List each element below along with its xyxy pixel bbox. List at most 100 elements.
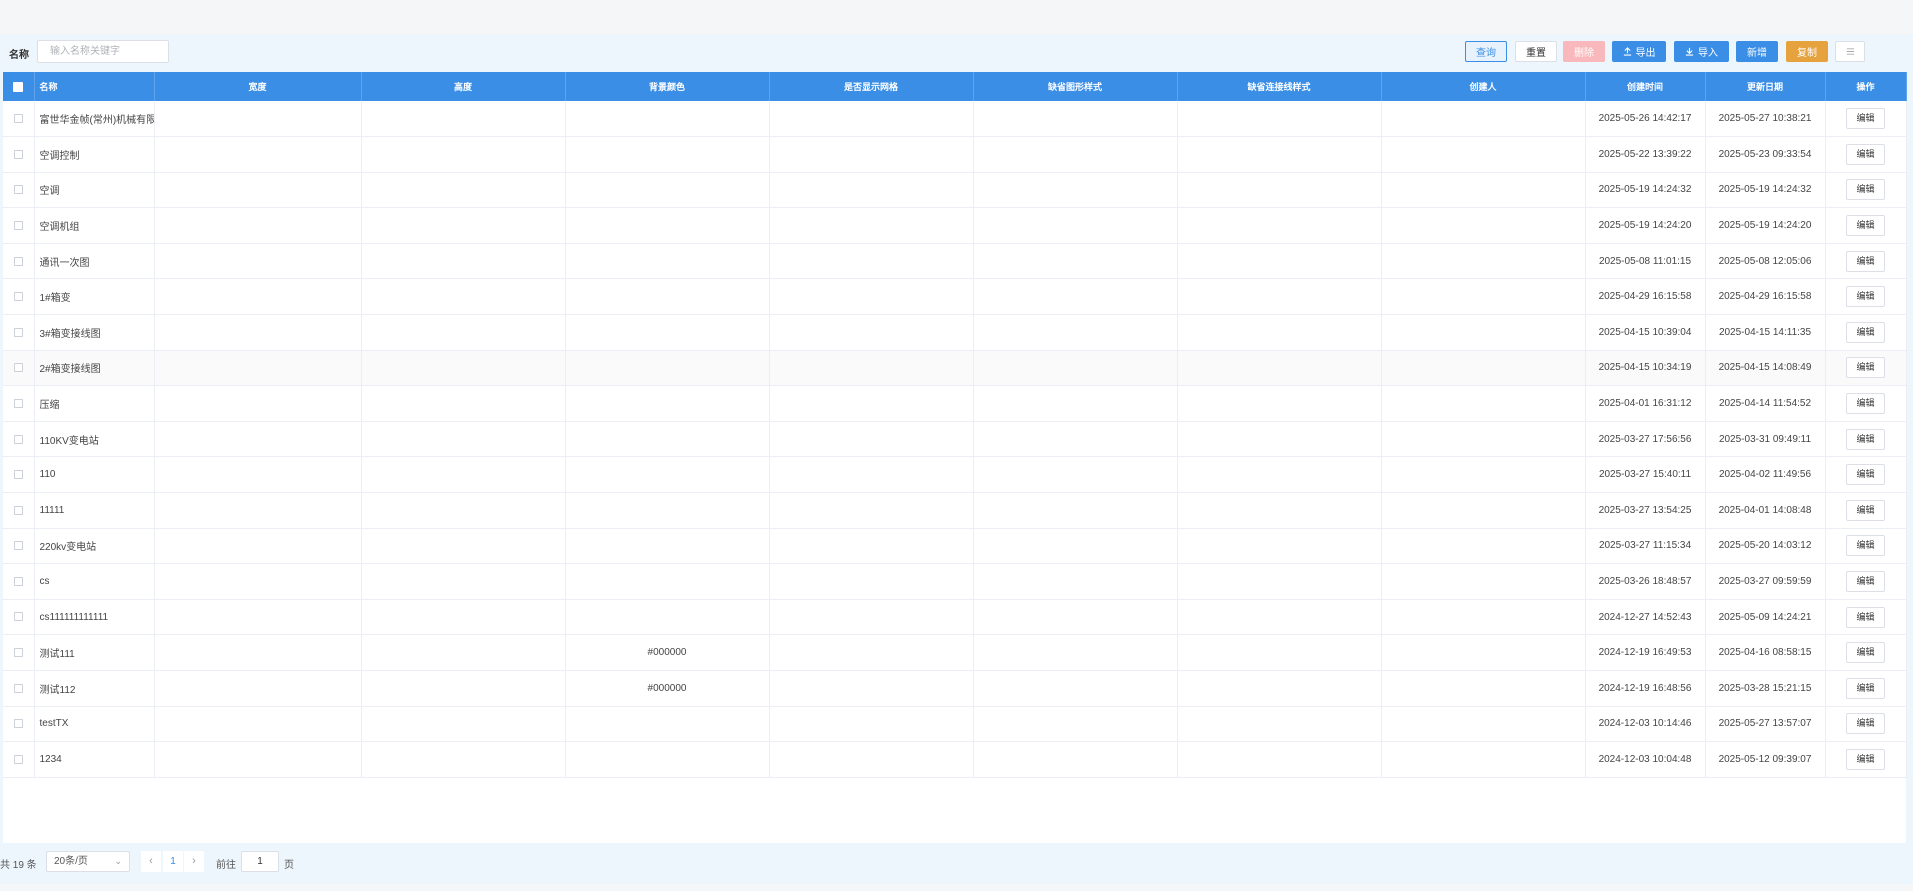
table-row[interactable]: 1#箱变 2025-04-29 16:15:58 2025-04-29 16:15:…	[3, 278, 1907, 315]
cell-show-grid	[769, 670, 974, 707]
edit-button[interactable]: 编辑	[1846, 535, 1885, 557]
edit-button[interactable]: 编辑	[1846, 642, 1885, 664]
columns-button[interactable]	[1835, 41, 1865, 62]
row-checkbox[interactable]	[3, 634, 35, 671]
table-row[interactable]: 空调 2025-05-19 14:24:32 2025-05-19 14:24:32…	[3, 172, 1907, 208]
edit-button[interactable]: 编辑	[1846, 499, 1885, 521]
edit-button[interactable]: 编辑	[1846, 713, 1885, 735]
col-header-name[interactable]: 名称	[34, 72, 155, 101]
row-checkbox[interactable]	[3, 172, 35, 208]
cell-name: 空调机组	[34, 207, 155, 244]
edit-button[interactable]: 编辑	[1846, 748, 1885, 770]
cell-default-connector-style	[1177, 528, 1382, 564]
cell-height	[361, 421, 566, 457]
edit-button[interactable]: 编辑	[1846, 321, 1885, 343]
query-button-label: 查询	[1476, 48, 1496, 59]
table-row[interactable]: cs 2025-03-26 18:48:57 2025-03-27 09:59:59…	[3, 563, 1907, 600]
edit-button[interactable]: 编辑	[1846, 393, 1885, 415]
row-checkbox[interactable]	[3, 243, 35, 279]
edit-button[interactable]: 编辑	[1846, 250, 1885, 272]
row-checkbox[interactable]	[3, 528, 35, 564]
page-number-current[interactable]: 1	[163, 851, 183, 872]
edit-button[interactable]: 编辑	[1846, 286, 1885, 308]
col-header-height[interactable]: 高度	[361, 72, 566, 101]
table-row[interactable]: 11111 2025-03-27 13:54:25 2025-04-01 14:08…	[3, 492, 1907, 529]
row-checkbox[interactable]	[3, 421, 35, 457]
table-row[interactable]: 110 2025-03-27 15:40:11 2025-04-02 11:49:5…	[3, 456, 1907, 493]
cell-name: 11111	[34, 492, 155, 529]
reset-button[interactable]: 重置	[1515, 41, 1557, 62]
row-checkbox[interactable]	[3, 207, 35, 244]
row-checkbox[interactable]	[3, 670, 35, 707]
table-row[interactable]: testTX 2024-12-03 10:14:46 2025-05-27 13:5…	[3, 706, 1907, 742]
table-row[interactable]: 富世华金帧(常州)机械有限公 2025-05-26 14:42:17 2025-05…	[3, 101, 1907, 137]
table-row[interactable]: 3#箱变接线图 2025-04-15 10:39:04 2025-04-15 14:…	[3, 314, 1907, 351]
cell-actions: 编辑	[1825, 278, 1907, 315]
col-header-updated-date[interactable]: 更新日期	[1705, 72, 1826, 101]
row-checkbox[interactable]	[3, 563, 35, 600]
next-page-button[interactable]: ›	[184, 851, 204, 872]
col-header-bg-color[interactable]: 背景颜色	[565, 72, 770, 101]
table-row[interactable]: cs111111111111 2024-12-27 14:52:43 2025-05…	[3, 599, 1907, 635]
table-row[interactable]: 测试111 #000000 2024-12-19 16:49:53 2025-04-1…	[3, 634, 1907, 671]
row-checkbox[interactable]	[3, 741, 35, 778]
row-checkbox[interactable]	[3, 456, 35, 493]
table-row[interactable]: 压缩 2025-04-01 16:31:12 2025-04-14 11:54:52…	[3, 385, 1907, 422]
select-all-checkbox[interactable]	[3, 72, 35, 101]
edit-button[interactable]: 编辑	[1846, 215, 1885, 237]
row-checkbox[interactable]	[3, 101, 35, 137]
cell-default-shape-style	[973, 741, 1178, 778]
cell-bg-color	[565, 599, 770, 635]
edit-button[interactable]: 编辑	[1846, 464, 1885, 486]
col-header-width[interactable]: 宽度	[154, 72, 362, 101]
edit-button[interactable]: 编辑	[1846, 143, 1885, 165]
cell-height	[361, 634, 566, 671]
import-button[interactable]: 导入	[1674, 41, 1729, 62]
edit-button[interactable]: 编辑	[1846, 571, 1885, 593]
cell-width	[154, 101, 362, 137]
cell-default-connector-style	[1177, 172, 1382, 208]
cell-show-grid	[769, 385, 974, 422]
col-header-default-shape-style[interactable]: 缺省图形样式	[973, 72, 1178, 101]
row-checkbox[interactable]	[3, 492, 35, 529]
export-button[interactable]: 导出	[1612, 41, 1666, 62]
edit-button[interactable]: 编辑	[1846, 428, 1885, 450]
goto-page-input[interactable]	[241, 851, 279, 872]
cell-default-connector-style	[1177, 670, 1382, 707]
table-row[interactable]: 测试112 #000000 2024-12-19 16:48:56 2025-03-2…	[3, 670, 1907, 707]
col-header-created-time[interactable]: 创建时间	[1585, 72, 1706, 101]
query-button[interactable]: 查询	[1465, 41, 1507, 62]
row-checkbox[interactable]	[3, 385, 35, 422]
cell-actions: 编辑	[1825, 706, 1907, 742]
page-size-select[interactable]: 20条/页 ⌄	[46, 851, 130, 872]
download-icon	[1685, 47, 1694, 56]
name-search-input[interactable]	[37, 40, 169, 63]
row-checkbox[interactable]	[3, 278, 35, 315]
table-row[interactable]: 空调机组 2025-05-19 14:24:20 2025-05-19 14:24:…	[3, 207, 1907, 244]
edit-button[interactable]: 编辑	[1846, 108, 1885, 130]
row-checkbox[interactable]	[3, 314, 35, 351]
cell-bg-color	[565, 172, 770, 208]
col-header-show-grid[interactable]: 是否显示网格	[769, 72, 974, 101]
row-checkbox[interactable]	[3, 350, 35, 386]
delete-button[interactable]: 删除	[1563, 41, 1605, 62]
row-checkbox[interactable]	[3, 599, 35, 635]
table-row[interactable]: 1234 2024-12-03 10:04:48 2025-05-12 09:39:…	[3, 741, 1907, 778]
col-header-default-connector-style[interactable]: 缺省连接线样式	[1177, 72, 1382, 101]
table-row[interactable]: 2#箱变接线图 2025-04-15 10:34:19 2025-04-15 14:…	[3, 350, 1907, 386]
prev-page-button[interactable]: ‹	[141, 851, 161, 872]
edit-button[interactable]: 编辑	[1846, 677, 1885, 699]
row-checkbox[interactable]	[3, 136, 35, 173]
table-row[interactable]: 通讯一次图 2025-05-08 11:01:15 2025-05-08 12:05…	[3, 243, 1907, 279]
table-row[interactable]: 空调控制 2025-05-22 13:39:22 2025-05-23 09:33:…	[3, 136, 1907, 173]
table-row[interactable]: 110KV变电站 2025-03-27 17:56:56 2025-03-31 09…	[3, 421, 1907, 457]
add-button[interactable]: 新增	[1736, 41, 1778, 62]
copy-button[interactable]: 复制	[1786, 41, 1828, 62]
row-checkbox[interactable]	[3, 706, 35, 742]
edit-button[interactable]: 编辑	[1846, 606, 1885, 628]
col-header-creator[interactable]: 创建人	[1381, 72, 1586, 101]
edit-button[interactable]: 编辑	[1846, 179, 1885, 201]
edit-button[interactable]: 编辑	[1846, 357, 1885, 379]
cell-created-time: 2025-05-08 11:01:15	[1585, 243, 1706, 279]
table-row[interactable]: 220kv变电站 2025-03-27 11:15:34 2025-05-20 14…	[3, 528, 1907, 564]
